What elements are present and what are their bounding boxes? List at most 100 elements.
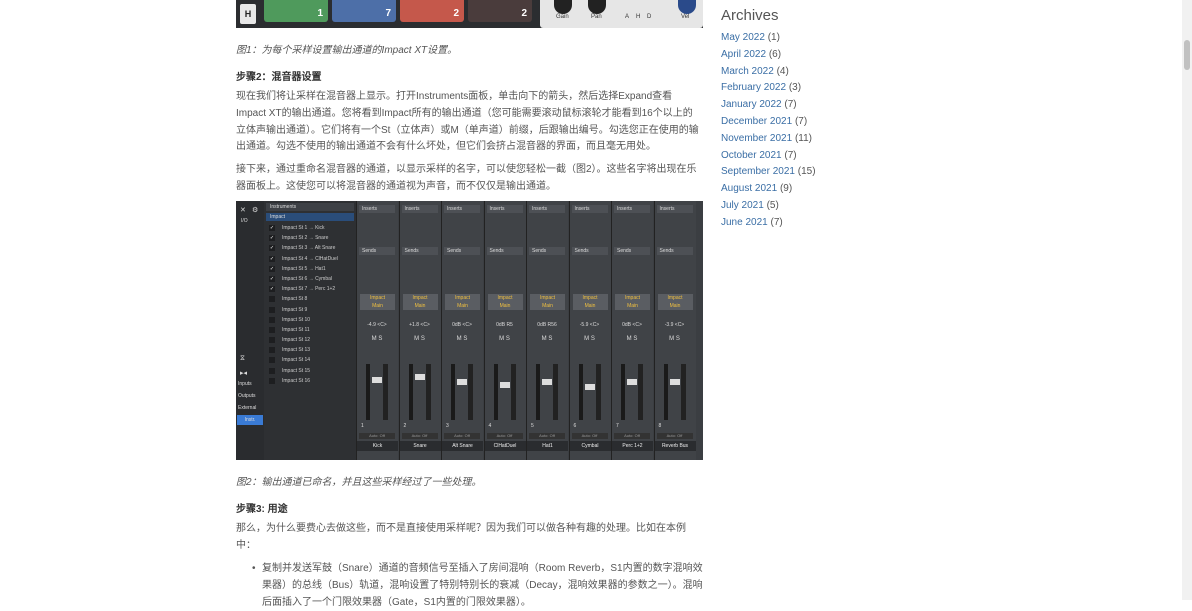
output-checkbox[interactable]: ✓ [269,275,275,282]
automation-mode[interactable]: Auto: Off [529,433,565,439]
archive-link[interactable]: March 2022 [721,66,774,77]
output-checkbox[interactable] [269,357,275,364]
automation-mode[interactable]: Auto: Off [401,433,438,439]
page-scrollbar[interactable] [1182,0,1192,600]
automation-mode[interactable]: Auto: Off [444,433,480,439]
archive-link[interactable]: April 2022 [721,49,766,60]
channel-name[interactable]: Alt Snare [442,441,483,451]
automation-mode[interactable]: Auto: Off [359,433,395,439]
mute-solo-buttons[interactable]: M S [487,336,523,342]
automation-mode[interactable]: Auto: Off [571,433,608,439]
volume-fader[interactable] [578,364,595,420]
mixer-channel-strip[interactable]: Inserts Sends Impact Main 0dB R5 M S 4 Au… [483,201,526,460]
output-row[interactable]: ✓ Impact St 2 → Snare [264,233,356,243]
channel-name[interactable]: Kick [357,441,398,451]
output-checkbox[interactable]: ✓ [269,265,275,272]
output-row[interactable]: Impact St 16 [264,376,356,386]
volume-fader[interactable] [408,364,425,420]
inserts-slot[interactable]: Inserts [614,205,650,213]
inserts-slot[interactable]: Inserts [486,205,523,213]
archive-link[interactable]: May 2022 [721,32,765,43]
inserts-slot[interactable]: Inserts [359,205,395,213]
scrollbar-thumb[interactable] [1184,40,1190,70]
output-row[interactable]: ✓ Impact St 4 → ClHatDuel [264,254,356,264]
sends-slot[interactable]: Sends [614,247,650,255]
sends-slot[interactable]: Sends [529,247,565,255]
mixer-channel-strip[interactable]: Inserts Sends Impact Main 0dB <C> M S 3 A… [441,201,483,460]
fader-cap[interactable] [414,374,425,380]
output-checkbox[interactable] [269,347,275,354]
output-checkbox[interactable] [269,306,275,313]
channel-name[interactable]: Snare [399,441,441,451]
output-checkbox[interactable] [269,337,275,344]
sends-slot[interactable]: Sends [656,247,693,255]
output-row[interactable]: Impact St 13 [264,345,356,355]
mute-solo-buttons[interactable]: M S [614,336,650,342]
output-row[interactable]: Impact St 8 [264,294,356,304]
mixer-channel-strip[interactable]: Inserts Sends Impact Main -4.9 <C> M S 1 … [356,201,398,460]
output-route[interactable]: Impact Main [402,294,438,310]
sends-slot[interactable]: Sends [486,247,523,255]
archive-link[interactable]: August 2021 [721,183,777,194]
output-row[interactable]: Impact St 14 [264,355,356,365]
channel-name[interactable]: Cymbal [569,441,611,451]
mixer-channel-strip[interactable]: Inserts Sends Impact Main 0dB R56 M S 5 A… [526,201,568,460]
output-route[interactable]: Impact Main [360,294,395,310]
output-route[interactable]: Impact Main [572,294,608,310]
fader-cap[interactable] [584,384,595,390]
inserts-slot[interactable]: Inserts [401,205,438,213]
fader-cap[interactable] [669,379,680,385]
output-checkbox[interactable]: ✓ [269,235,275,242]
output-checkbox[interactable]: ✓ [269,245,275,252]
sends-slot[interactable]: Sends [359,247,395,255]
automation-mode[interactable]: Auto: Off [656,433,693,439]
output-row[interactable]: Impact St 12 [264,335,356,345]
archive-link[interactable]: October 2021 [721,150,782,161]
fader-cap[interactable] [457,379,467,385]
output-checkbox[interactable]: ✓ [269,255,275,262]
output-checkbox[interactable] [269,367,275,374]
automation-mode[interactable]: Auto: Off [486,433,523,439]
output-row[interactable]: Impact St 10 [264,315,356,325]
mute-solo-buttons[interactable]: M S [572,336,608,342]
inserts-slot[interactable]: Inserts [529,205,565,213]
output-row[interactable]: ✓ Impact St 7 → Perc 1+2 [264,284,356,294]
archive-link[interactable]: September 2021 [721,166,795,177]
channel-name[interactable]: Hat1 [527,441,568,451]
output-checkbox[interactable]: ✓ [269,286,275,293]
output-row[interactable]: ✓ Impact St 1 → Kick [264,223,356,233]
fader-cap[interactable] [627,379,637,385]
output-row[interactable]: ✓ Impact St 5 → Hat1 [264,264,356,274]
volume-fader[interactable] [366,364,382,420]
mute-solo-buttons[interactable]: M S [444,336,480,342]
volume-fader[interactable] [663,364,680,420]
channel-name[interactable]: Perc 1+2 [612,441,653,451]
output-row[interactable]: Impact St 9 [264,305,356,315]
output-route[interactable]: Impact Main [487,294,523,310]
output-checkbox[interactable]: ✓ [269,225,275,231]
inserts-slot[interactable]: Inserts [656,205,693,213]
mixer-channel-strip[interactable]: Inserts Sends Impact Main -3.9 <C> M S 8 … [653,201,696,460]
output-checkbox[interactable] [269,296,275,303]
sends-slot[interactable]: Sends [571,247,608,255]
archive-link[interactable]: December 2021 [721,116,792,127]
fader-cap[interactable] [499,381,510,388]
mute-solo-buttons[interactable]: M S [657,336,693,342]
mute-solo-buttons[interactable]: M S [359,336,395,342]
automation-mode[interactable]: Auto: Off [614,433,650,439]
mixer-channel-strip[interactable]: Inserts Sends Impact Main +1.8 <C> M S 2 … [398,201,441,460]
archive-link[interactable]: November 2021 [721,133,792,144]
archive-link[interactable]: February 2022 [721,82,786,93]
volume-fader[interactable] [621,364,637,420]
output-row[interactable]: ✓ Impact St 3 → Alt Snare [264,243,356,253]
fader-cap[interactable] [372,376,382,383]
sends-slot[interactable]: Sends [444,247,480,255]
mixer-channel-strip[interactable]: Inserts Sends Impact Main 0dB <C> M S 7 A… [611,201,653,460]
output-checkbox[interactable] [269,326,275,333]
inserts-slot[interactable]: Inserts [444,205,480,213]
archive-link[interactable]: July 2021 [721,200,764,211]
output-row[interactable]: Impact St 15 [264,366,356,376]
output-route[interactable]: Impact Main [445,294,480,310]
channel-name[interactable]: Reverb Bus [654,441,696,451]
output-route[interactable]: Impact Main [530,294,565,310]
